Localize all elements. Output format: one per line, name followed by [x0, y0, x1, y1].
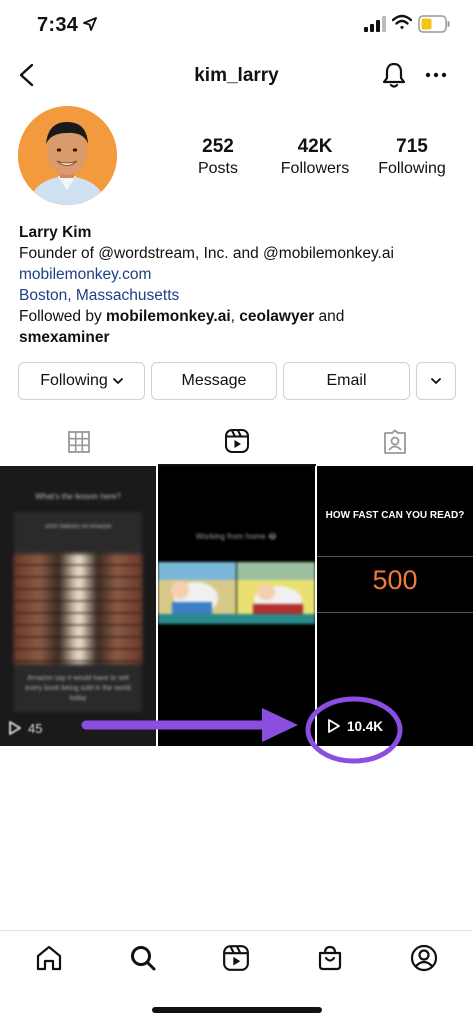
wifi-icon	[392, 14, 412, 30]
tab-tagged[interactable]	[316, 418, 473, 466]
reel-divider	[317, 612, 473, 613]
home-indicator[interactable]	[152, 1007, 322, 1013]
more-options-icon[interactable]	[425, 67, 447, 83]
search-icon	[131, 946, 156, 971]
reel-tile[interactable]: What's the lesson here? 1000 Nations on …	[0, 466, 156, 746]
message-button[interactable]: Message	[151, 362, 277, 400]
reel-thumbnail-image	[158, 562, 315, 624]
reel-views: 45	[28, 720, 43, 736]
reel-thumbnail-shelves	[14, 554, 142, 664]
stat-followers[interactable]: 42K Followers	[267, 136, 363, 178]
tab-reels[interactable]	[158, 418, 316, 466]
bio-description: Founder of @wordstream, Inc. and @mobile…	[19, 245, 394, 262]
stat-posts[interactable]: 252 Posts	[170, 136, 266, 178]
location-arrow-icon	[83, 17, 97, 31]
following-button-label: Following	[40, 372, 108, 389]
reel-sub-caption: 1000 Nations on Amazon	[44, 524, 112, 530]
profile-bio: Larry Kim Founder of @wordstream, Inc. a…	[19, 222, 459, 348]
stat-label: Following	[378, 160, 446, 177]
reels-icon	[225, 429, 249, 453]
stat-label: Followers	[280, 160, 350, 177]
reel-caption: Working from home 😂	[195, 532, 278, 541]
battery-icon	[418, 15, 450, 33]
bottom-navigation	[0, 930, 473, 988]
followed-by[interactable]: Followed by mobilemonkey.ai, ceolawyer a…	[19, 306, 459, 327]
tagged-icon	[384, 429, 406, 454]
suggested-accounts-button[interactable]	[416, 362, 456, 400]
avatar-photo	[18, 106, 117, 205]
avatar[interactable]	[18, 106, 117, 205]
followed-by-separator: ,	[230, 308, 240, 325]
grid-icon	[68, 431, 90, 453]
home-icon	[36, 945, 62, 971]
status-bar: 7:34	[0, 0, 473, 50]
followed-by-prefix: Followed by	[19, 308, 107, 325]
reel-divider	[317, 556, 473, 557]
display-name: Larry Kim	[19, 224, 92, 241]
nav-reels[interactable]	[221, 943, 251, 973]
reel-title: HOW FAST CAN YOU READ?	[325, 510, 465, 521]
reels-icon	[223, 945, 249, 971]
status-time: 7:34	[37, 14, 79, 36]
play-icon	[328, 719, 340, 733]
following-button[interactable]: Following	[18, 362, 145, 400]
nav-search[interactable]	[128, 943, 158, 973]
reel-view-count: 10.4K	[327, 718, 383, 734]
cellular-signal-icon	[364, 16, 386, 32]
reels-grid: What's the lesson here? 1000 Nations on …	[0, 466, 473, 746]
chevron-down-icon	[431, 378, 441, 384]
email-button[interactable]: Email	[283, 362, 410, 400]
reel-views: 10.4K	[347, 718, 384, 734]
tab-posts-grid[interactable]	[0, 418, 158, 466]
reel-tile[interactable]: Working from home 😂	[158, 466, 315, 746]
stat-value: 715	[396, 136, 428, 157]
profile-actions: Following Message Email	[18, 362, 456, 400]
website-link[interactable]: mobilemonkey.com	[19, 264, 459, 285]
followed-by-and: and	[314, 308, 345, 325]
profile-icon	[410, 944, 438, 972]
reel-caption: What's the lesson here?	[35, 492, 121, 501]
profile-tabs	[0, 418, 473, 466]
followed-by-user[interactable]: smexaminer	[19, 329, 109, 346]
reel-bottom-text: Amazon say it would have to sell every b…	[25, 675, 131, 702]
nav-shop[interactable]	[315, 943, 345, 973]
profile-stats: 252 Posts 42K Followers 715 Following	[170, 136, 460, 178]
chevron-down-icon	[112, 378, 123, 384]
location-link[interactable]: Boston, Massachusetts	[19, 285, 459, 306]
stat-value: 42K	[297, 136, 333, 157]
play-icon	[9, 721, 21, 735]
profile-header: kim_larry	[0, 55, 473, 99]
reel-tile[interactable]: HOW FAST CAN YOU READ? 500 10.4K	[317, 466, 473, 746]
nav-profile[interactable]	[409, 943, 439, 973]
nav-home[interactable]	[34, 943, 64, 973]
followed-by-user: ceolawyer	[239, 308, 315, 325]
bell-icon[interactable]	[381, 61, 407, 89]
stat-following[interactable]: 715 Following	[364, 136, 460, 178]
reel-view-count: 45	[8, 720, 42, 736]
shop-icon	[318, 945, 342, 971]
stat-label: Posts	[197, 160, 238, 177]
reel-number: 500	[372, 565, 418, 595]
followed-by-user: mobilemonkey.ai	[106, 308, 231, 325]
stat-value: 252	[202, 136, 234, 157]
